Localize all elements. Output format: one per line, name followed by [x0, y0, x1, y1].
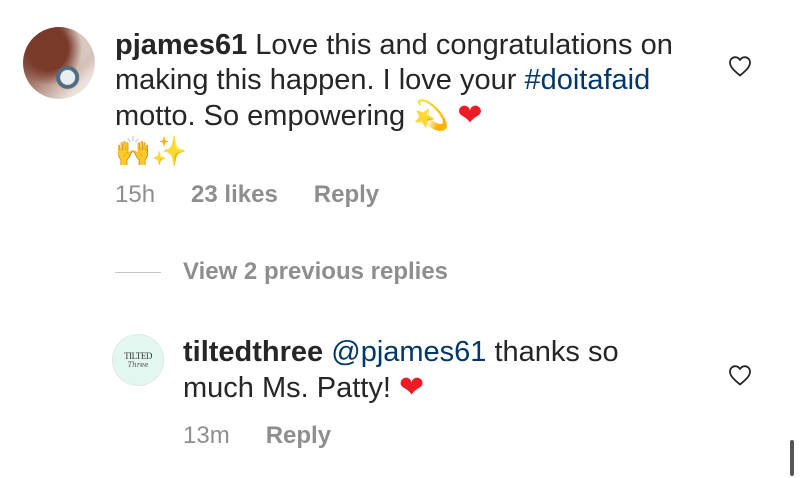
comment-username[interactable]: pjames61: [115, 29, 247, 61]
comment-body: pjames61 Love this and congratulations o…: [115, 28, 675, 170]
sparkles-emoji-icon: ✨: [151, 134, 188, 168]
view-previous-replies[interactable]: View 2 previous replies: [115, 258, 448, 286]
comment-timestamp: 13m: [183, 422, 230, 449]
comment-body: tiltedthree @pjames61 thanks so much Ms.…: [183, 335, 663, 406]
likes-count[interactable]: 23 likes: [191, 181, 278, 209]
heart-outline-icon[interactable]: [728, 55, 752, 77]
raised-hands-emoji-icon: 🙌: [115, 134, 152, 168]
comment-timestamp: 15h: [115, 181, 156, 208]
comment-meta: 13m Reply: [183, 422, 367, 450]
scrollbar[interactable]: [790, 440, 794, 476]
heart-outline-icon[interactable]: [728, 364, 752, 386]
comment-meta: 15h 23 likes Reply: [115, 181, 415, 209]
comment-text-continued: motto. So empowering: [115, 100, 414, 132]
hashtag-link[interactable]: #doitafaid: [524, 64, 650, 96]
reply-button[interactable]: Reply: [314, 181, 379, 209]
avatar-logo-text: TILTED: [124, 350, 152, 361]
divider-line: [115, 271, 161, 273]
view-replies-label[interactable]: View 2 previous replies: [183, 258, 448, 286]
heart-emoji-icon: ❤: [398, 370, 425, 405]
avatar[interactable]: TILTED Three: [112, 334, 164, 386]
avatar[interactable]: [23, 27, 95, 99]
dizzy-emoji-icon: 💫: [413, 98, 450, 132]
comment-username[interactable]: tiltedthree: [183, 336, 323, 368]
avatar-logo-script: Three: [127, 360, 149, 369]
reply-button[interactable]: Reply: [266, 422, 331, 450]
mention-link[interactable]: @pjames61: [331, 336, 486, 368]
heart-emoji-icon: ❤: [457, 98, 483, 133]
